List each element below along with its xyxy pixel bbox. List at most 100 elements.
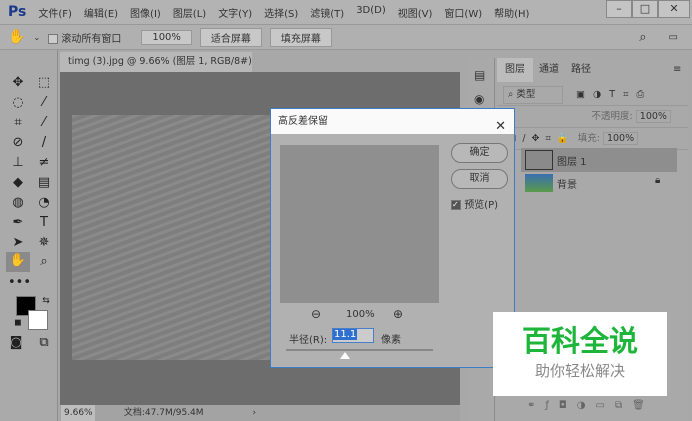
menu-item[interactable]: 滤镜(T) [310,5,344,20]
menu-item[interactable]: 选择(S) [264,5,298,20]
pen-tool-icon[interactable]: ✒ [8,214,28,232]
menu-item[interactable]: 文件(F) [38,5,72,20]
path-select-icon[interactable]: ➤ [8,234,28,252]
tools-panel: ✥ ⬚ ◌ ⁄ ⌗ ⁄ ⊘ / ⊥ ≠ ◆ ▤ ◍ ◔ ✒ T ➤ ✵ ✋ ⌕ … [0,50,58,421]
filter-kind-label: 类型 [516,89,536,100]
lock-icons[interactable]: ⊠/✥⌗🔒 [508,133,574,144]
scroll-all-checkbox[interactable]: 滚动所有窗口 [48,30,121,45]
zoom-level[interactable]: 9.66% [61,405,95,421]
shape-tool-icon[interactable]: ✵ [34,234,54,252]
filter-icons[interactable]: ▣◑T⌗⎙ [576,89,652,100]
dialog-titlebar: 高反差保留 ✕ [271,109,514,134]
quick-mask-icon[interactable]: ◙ [6,334,26,352]
menu-item[interactable]: 图像(I) [130,5,161,20]
zoom-tool-icon[interactable]: ⌕ [34,253,54,271]
workspace-icon[interactable]: ▭ [669,32,678,43]
menu-item[interactable]: 视图(V) [398,5,433,20]
search-icon[interactable]: ⌕ [639,30,646,45]
radius-slider-thumb[interactable] [339,352,350,359]
history-panel-icon[interactable]: ▤ [474,68,485,82]
blur-tool-icon[interactable]: ◍ [8,194,28,212]
type-tool-icon[interactable]: T [34,214,54,232]
zoom-out-icon[interactable]: ⊖ [311,307,321,321]
watermark: 百科全说 助你轻松解决 [493,312,667,396]
filter-kind-select[interactable]: ⌕ 类型 [503,86,563,104]
eraser-tool-icon[interactable]: ◆ [8,174,28,192]
close-window-button[interactable]: ✕ [658,0,690,18]
more-tools-icon[interactable]: ••• [8,274,31,292]
tab-channels[interactable]: 通道 [531,58,567,82]
zoom-100-button[interactable]: 100% [141,29,192,45]
ok-button[interactable]: 确定 [451,143,508,163]
layer-name[interactable]: 背景 [557,176,577,191]
stamp-tool-icon[interactable]: ⊥ [8,154,28,172]
menu-item[interactable]: 文字(Y) [218,5,252,20]
fit-screen-button[interactable]: 适合屏幕 [199,27,262,47]
crop-tool-icon[interactable]: ⌗ [8,114,28,132]
history-brush-icon[interactable]: ≠ [34,154,54,172]
menu-item[interactable]: 图层(L) [173,5,206,20]
photoshop-logo: Ps [8,4,27,20]
lasso-tool-icon[interactable]: ◌ [8,94,28,112]
radius-input[interactable]: 11.1 [332,328,374,343]
menu-item[interactable]: 编辑(E) [84,5,118,20]
document-tab[interactable]: timg (3).jpg @ 9.66% (图层 1, RGB/8#) * ✕ [60,52,252,87]
brush-tool-icon[interactable]: / [34,134,54,152]
zoom-in-icon[interactable]: ⊕ [393,307,403,321]
high-pass-dialog: 高反差保留 ✕ 确定 取消 ✓ 预览(P) ⊖ 100% ⊕ 半径(R): 11.… [270,108,515,368]
filter-preview[interactable] [280,145,439,303]
lock-fill-row: 锁定: ⊠/✥⌗🔒 填充: 100% [497,128,688,150]
menu-item[interactable]: 窗口(W) [444,5,482,20]
preview-checkbox[interactable]: ✓ 预览(P) [451,196,498,211]
move-tool-icon[interactable]: ✥ [8,74,28,92]
options-bar: ✋ ⌄ 滚动所有窗口 100% 适合屏幕 填充屏幕 ⌕ ▭ [0,24,692,50]
background-color-swatch[interactable] [28,310,48,330]
marquee-tool-icon[interactable]: ⬚ [34,74,54,92]
document-image [72,115,272,360]
radius-value: 11.1 [333,329,358,340]
preview-label: 预览(P) [464,200,499,211]
hand-tool-icon[interactable]: ✋ [6,252,30,272]
dialog-close-icon[interactable]: ✕ [495,114,506,139]
gradient-tool-icon[interactable]: ▤ [34,174,54,192]
preview-zoom: 100% [346,309,375,320]
dodge-tool-icon[interactable]: ◔ [34,194,54,212]
layer-thumbnail [525,150,553,170]
tab-paths[interactable]: 路径 [563,58,599,82]
maximize-button[interactable]: □ [632,0,658,18]
status-bar: 9.66% 文档:47.7M/95.4M › [60,405,460,421]
eyedropper-icon[interactable]: ⁄ [34,114,54,132]
layer-row-1[interactable]: 图层 1 [521,148,677,172]
minimize-button[interactable]: – [606,0,632,18]
watermark-title: 百科全说 [521,324,638,358]
fill-screen-button[interactable]: 填充屏幕 [269,27,332,47]
default-colors-icon[interactable]: ◼ [8,314,28,332]
radius-label: 半径(R): [289,335,328,346]
magic-wand-icon[interactable]: ⁄ [34,94,54,112]
layer-actions[interactable]: ⚭ƒ◘◑▭⧉🗑 [527,400,655,411]
status-menu-arrow[interactable]: › [252,408,256,418]
hand-tool-icon[interactable]: ✋ [8,29,25,45]
menu-item[interactable]: 3D(D) [356,5,386,20]
radius-slider-track[interactable] [286,349,433,351]
opacity-input[interactable]: 100% [635,110,671,123]
healing-brush-icon[interactable]: ⊘ [8,134,28,152]
cancel-button[interactable]: 取消 [451,169,508,189]
screen-mode-icon[interactable]: ⧉ [34,334,54,352]
layer-row-background[interactable]: 背景 🔒︎ [521,172,677,194]
layer-name[interactable]: 图层 1 [557,153,587,168]
swap-colors-icon[interactable]: ⇆ [36,292,56,310]
tab-layers[interactable]: 图层 [497,58,533,82]
watermark-subtitle: 助你轻松解决 [534,362,625,380]
panel-menu-icon[interactable]: ≡ [673,64,681,75]
lock-icon: 🔒︎ [655,175,661,186]
layer-filter-row: ⌕ 类型 ▣◑T⌗⎙ [497,84,688,106]
fill-input[interactable]: 100% [602,132,639,145]
properties-panel-icon[interactable]: ◉ [474,92,484,106]
fill-label: 填充: [577,133,600,144]
menu-bar: Ps 文件(F) 编辑(E) 图像(I) 图层(L) 文字(Y) 选择(S) 滤镜(T) 3D… [0,0,692,24]
chevron-down-icon[interactable]: ⌄ [33,33,40,42]
opacity-label: 不透明度: [591,111,633,122]
menu-item[interactable]: 帮助(H) [494,5,529,20]
blend-opacity-row: 常 不透明度: 100% [497,106,688,128]
